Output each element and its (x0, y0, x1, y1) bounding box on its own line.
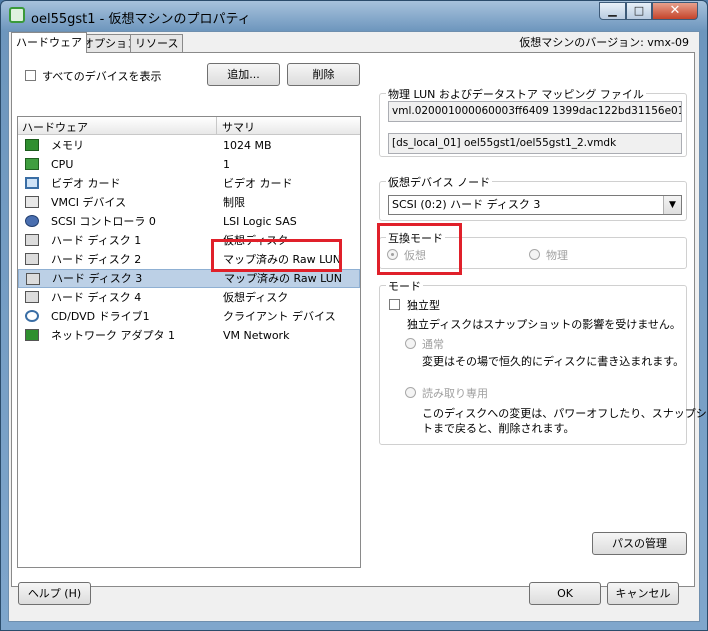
hardware-row-summary: マップ済みの Raw LUN (224, 272, 342, 285)
lun-path-field[interactable]: vml.020001000060003ff6409 1399dac122bd31… (388, 101, 682, 122)
hardware-row-summary: 仮想ディスク (223, 291, 289, 304)
hardware-row[interactable]: ネットワーク アダプタ 1 VM Network (18, 326, 360, 345)
show-all-devices-label: すべてのデバイスを表示 (42, 70, 162, 83)
virtual-device-node-group: 仮想デバイス ノード SCSI (0:2) ハード ディスク 3 ▼ (379, 174, 687, 221)
hardware-row-name: ハード ディスク 2 (51, 253, 142, 266)
hardware-row-summary: クライアント デバイス (223, 310, 336, 323)
vm-icon (9, 7, 25, 23)
hardware-row-summary: VM Network (223, 329, 290, 342)
compat-physical-radio[interactable] (529, 249, 540, 260)
video-card-icon (25, 177, 39, 189)
hardware-row-name: ネットワーク アダプタ 1 (51, 329, 175, 342)
hardware-row[interactable]: CD/DVD ドライブ1 クライアント デバイス (18, 307, 360, 326)
help-button[interactable]: ヘルプ (H) (18, 582, 91, 605)
nonpersistent-description-2: トまで戻ると、削除されます。 (422, 422, 575, 435)
hardware-row[interactable]: ハード ディスク 4 仮想ディスク (18, 288, 360, 307)
hardware-row-name: ビデオ カード (51, 177, 121, 190)
hardware-row-name: SCSI コントローラ 0 (51, 215, 156, 228)
memory-icon (25, 139, 39, 151)
remove-button[interactable]: 削除 (287, 63, 360, 86)
hardware-row[interactable]: SCSI コントローラ 0 LSI Logic SAS (18, 212, 360, 231)
highlight-box-summary (211, 239, 342, 272)
persistent-description: 変更はその場で恒久的にディスクに書き込まれます。 (422, 355, 685, 368)
chevron-down-icon[interactable]: ▼ (663, 196, 681, 214)
hardware-row-summary: LSI Logic SAS (223, 215, 297, 228)
mapping-group: 物理 LUN およびデータストア マッピング ファイル vml.02000100… (379, 86, 687, 157)
mode-group: モード 独立型 独立ディスクはスナップショットの影響を受けません。 通常 変更は… (379, 278, 708, 445)
persistent-label: 通常 (422, 338, 444, 351)
hardware-row-summary: 制限 (223, 196, 245, 209)
hardware-list[interactable]: ハードウェア サマリ メモリ 1024 MB CPU 1 ビデオ カード ビデオ カード V… (17, 116, 361, 568)
virtual-device-node-label: 仮想デバイス ノード (386, 174, 493, 190)
vm-version-label: 仮想マシンのバージョン: vmx-09 (519, 36, 689, 49)
hardware-tab-panel: すべてのデバイスを表示 追加... 削除 ハードウェア サマリ メモリ 1024 … (11, 52, 708, 587)
vmci-device-icon (25, 196, 39, 208)
title-bar[interactable]: oel55gst1 - 仮想マシンのプロパティ ▁ □ ✕ (1, 1, 707, 31)
nonpersistent-radio[interactable] (405, 387, 416, 398)
hardware-row-name: メモリ (51, 139, 84, 152)
ok-button[interactable]: OK (529, 582, 601, 605)
independent-label: 独立型 (407, 299, 440, 312)
column-summary[interactable]: サマリ (222, 119, 255, 135)
column-separator[interactable] (216, 117, 217, 134)
virtual-device-node-select[interactable]: SCSI (0:2) ハード ディスク 3 ▼ (388, 195, 682, 215)
hard-disk-icon (25, 291, 39, 303)
cd-dvd-icon (25, 310, 39, 322)
compat-physical-label: 物理 (546, 249, 568, 262)
hard-disk-icon (25, 234, 39, 246)
hardware-row[interactable]: ビデオ カード ビデオ カード (18, 174, 360, 193)
mapping-group-label: 物理 LUN およびデータストア マッピング ファイル (386, 86, 646, 102)
hardware-row-name: CPU (51, 158, 74, 171)
mode-group-label: モード (386, 278, 423, 294)
manage-paths-button[interactable]: パスの管理 (592, 532, 687, 555)
hardware-list-header: ハードウェア サマリ (18, 117, 360, 135)
tab-hardware[interactable]: ハードウェア (11, 32, 87, 53)
hardware-row-name: ハード ディスク 3 (52, 272, 143, 285)
independent-checkbox[interactable] (389, 299, 400, 310)
maximize-button[interactable]: □ (626, 2, 652, 20)
independent-description: 独立ディスクはスナップショットの影響を受けません。 (407, 318, 681, 331)
scsi-controller-icon (25, 215, 39, 227)
tab-resources[interactable]: リソース (130, 34, 184, 52)
hard-disk-icon (26, 273, 40, 285)
minimize-button[interactable]: ▁ (599, 2, 626, 20)
hardware-row-name: CD/DVD ドライブ1 (51, 310, 150, 323)
hardware-row-name: ハード ディスク 4 (51, 291, 142, 304)
hard-disk-icon (25, 253, 39, 265)
hardware-row-summary: ビデオ カード (223, 177, 293, 190)
window-title: oel55gst1 - 仮想マシンのプロパティ (31, 12, 251, 27)
column-hardware[interactable]: ハードウェア (22, 119, 88, 135)
close-button[interactable]: ✕ (652, 2, 698, 20)
virtual-device-node-value: SCSI (0:2) ハード ディスク 3 (392, 198, 541, 211)
persistent-radio[interactable] (405, 338, 416, 349)
hardware-row-name: VMCI デバイス (51, 196, 127, 209)
hardware-row-name: ハード ディスク 1 (51, 234, 142, 247)
hardware-row[interactable]: VMCI デバイス 制限 (18, 193, 360, 212)
hardware-row[interactable]: CPU 1 (18, 155, 360, 174)
dialog-client: ハードウェア オプション リソース 仮想マシンのバージョン: vmx-09 すべ… (8, 31, 708, 622)
cancel-button[interactable]: キャンセル (607, 582, 679, 605)
hardware-row[interactable]: メモリ 1024 MB (18, 136, 360, 155)
show-all-devices-checkbox[interactable] (25, 70, 36, 81)
properties-window: oel55gst1 - 仮想マシンのプロパティ ▁ □ ✕ ハードウェア オプシ… (0, 0, 708, 631)
hardware-row-summary: 1024 MB (223, 139, 272, 152)
nonpersistent-description-1: このディスクへの変更は、パワーオフしたり、スナップショット (422, 407, 708, 420)
cpu-icon (25, 158, 39, 170)
add-button[interactable]: 追加... (207, 63, 280, 86)
vmdk-path-field[interactable]: [ds_local_01] oel55gst1/oel55gst1_2.vmdk (388, 133, 682, 154)
hardware-row-summary: 1 (223, 158, 230, 171)
highlight-box-compat-mode (377, 223, 462, 275)
nonpersistent-label: 読み取り専用 (422, 387, 488, 400)
network-adapter-icon (25, 329, 39, 341)
